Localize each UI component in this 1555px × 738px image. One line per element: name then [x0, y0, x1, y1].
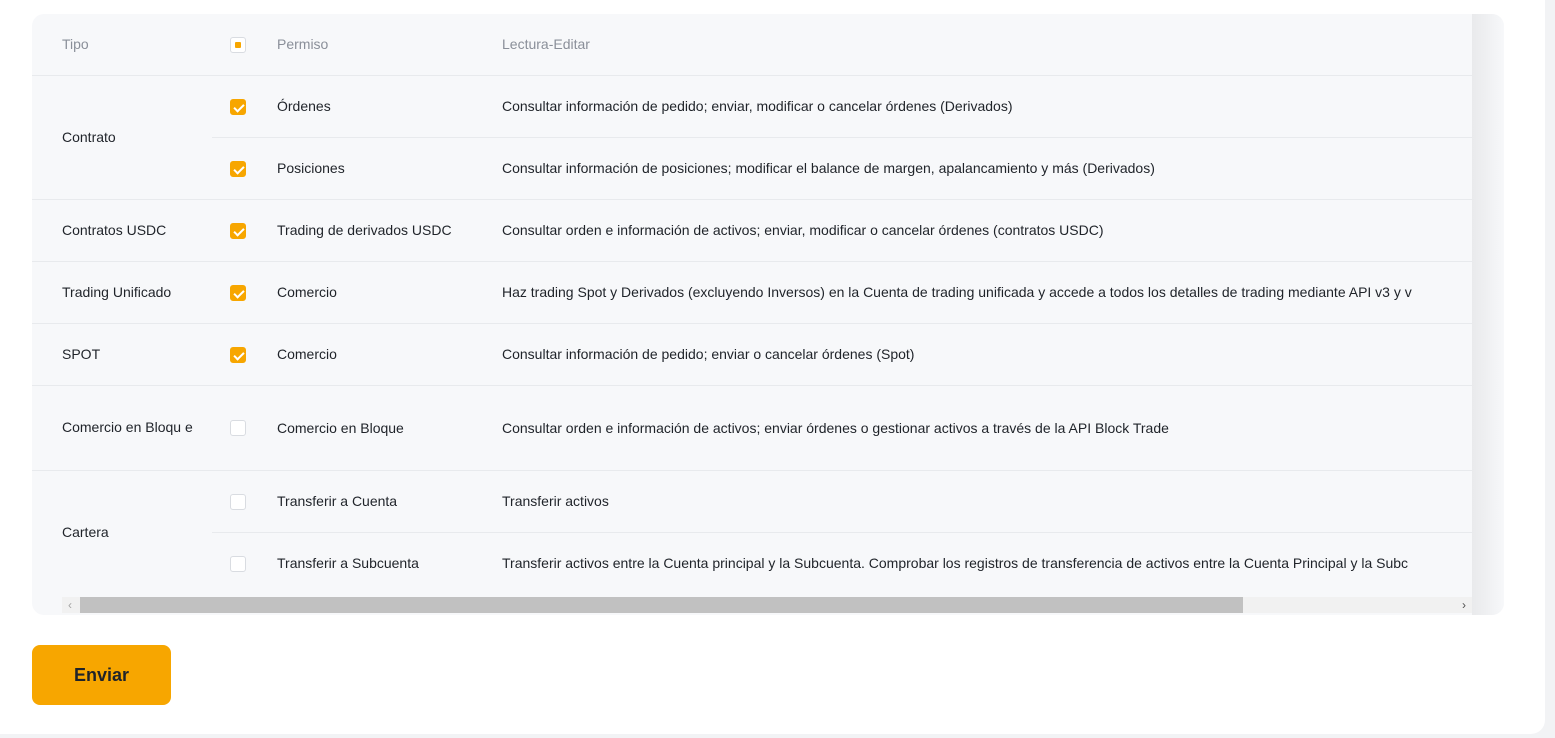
cell-permission: Posiciones [277, 136, 502, 199]
permissions-table-scroll: Tipo Permiso Lectura-Editar Contrato Órde… [32, 14, 1472, 597]
header-type: Tipo [62, 36, 89, 53]
table-row: Posiciones Consultar información de posic… [32, 136, 1472, 199]
cell-checkbox[interactable] [212, 531, 277, 594]
cell-permission: Comercio en Bloque [277, 384, 502, 470]
scroll-left-arrow-icon[interactable]: ‹ [62, 597, 78, 613]
cell-description: Transferir activos [502, 469, 1472, 532]
cell-type: SPOT [32, 322, 212, 385]
cell-permission: Comercio [277, 322, 502, 385]
cell-permission: Comercio [277, 260, 502, 323]
cell-description: Consultar orden e información de activos… [502, 384, 1472, 470]
horizontal-scrollbar[interactable]: ‹ › [62, 597, 1472, 613]
header-permission: Permiso [277, 36, 329, 53]
permissions-table: Tipo Permiso Lectura-Editar Contrato Órde… [32, 14, 1472, 594]
cell-type: Cartera [32, 469, 212, 594]
cell-permission: Órdenes [277, 74, 502, 137]
permission-checkbox[interactable] [230, 420, 246, 437]
permission-checkbox[interactable] [230, 284, 246, 301]
submit-button[interactable]: Enviar [32, 645, 171, 705]
table-row: SPOT Comercio Consultar información de ped… [32, 322, 1472, 385]
permission-checkbox[interactable] [230, 346, 246, 363]
cell-type: Contratos USDC [32, 198, 212, 261]
cell-checkbox[interactable] [212, 260, 277, 323]
cell-description: Transferir activos entre la Cuenta princ… [502, 531, 1472, 594]
table-row: Cartera Transferir a Cuenta Transferir act… [32, 469, 1472, 594]
table-body: Contrato Órdenes Consultar información de … [32, 74, 1472, 594]
cell-type: Contrato [32, 74, 212, 199]
cell-checkbox[interactable] [212, 469, 277, 532]
cell-permission: Trading de derivados USDC [277, 198, 502, 261]
cell-checkbox[interactable] [212, 74, 277, 137]
permission-checkbox[interactable] [230, 222, 246, 239]
cell-description: Haz trading Spot y Derivados (excluyendo… [502, 260, 1472, 323]
cell-checkbox[interactable] [212, 322, 277, 385]
permission-checkbox[interactable] [230, 160, 246, 177]
cell-checkbox[interactable] [212, 136, 277, 199]
table-row: Contrato Órdenes Consultar información de … [32, 74, 1472, 199]
cell-checkbox[interactable] [212, 384, 277, 470]
scrollbar-thumb[interactable] [80, 597, 1243, 613]
sticky-column-shadow [1472, 14, 1504, 615]
permission-checkbox[interactable] [230, 555, 246, 572]
select-all-checkbox[interactable] [230, 36, 246, 53]
cell-permission: Transferir a Subcuenta [277, 531, 502, 594]
permission-checkbox[interactable] [230, 98, 246, 115]
table-row: Transferir a Subcuenta Transferir activos… [32, 531, 1472, 594]
permissions-table-container: Tipo Permiso Lectura-Editar Contrato Órde… [32, 14, 1504, 615]
table-row: Trading Unificado Comercio Haz trading Spo… [32, 260, 1472, 323]
table-row: Comercio en Bloqu e Comercio en Bloque Con… [32, 384, 1472, 470]
cell-permission: Transferir a Cuenta [277, 469, 502, 532]
header-read-edit: Lectura-Editar [502, 36, 590, 53]
cell-description: Consultar información de posiciones; mod… [502, 136, 1472, 199]
cell-checkbox[interactable] [212, 198, 277, 261]
cell-description: Consultar información de pedido; enviar … [502, 322, 1472, 385]
permission-checkbox[interactable] [230, 493, 246, 510]
permissions-card: Tipo Permiso Lectura-Editar Contrato Órde… [0, 0, 1545, 734]
header-select-all[interactable] [212, 14, 277, 75]
scroll-right-arrow-icon[interactable]: › [1456, 597, 1472, 613]
table-row: Contratos USDC Trading de derivados USDC C… [32, 198, 1472, 261]
cell-description: Consultar orden e información de activos… [502, 198, 1472, 261]
cell-type: Trading Unificado [32, 260, 212, 323]
cell-type: Comercio en Bloqu e [32, 384, 212, 470]
cell-description: Consultar información de pedido; enviar,… [502, 74, 1472, 137]
table-header-row: Tipo Permiso Lectura-Editar [32, 14, 1472, 75]
